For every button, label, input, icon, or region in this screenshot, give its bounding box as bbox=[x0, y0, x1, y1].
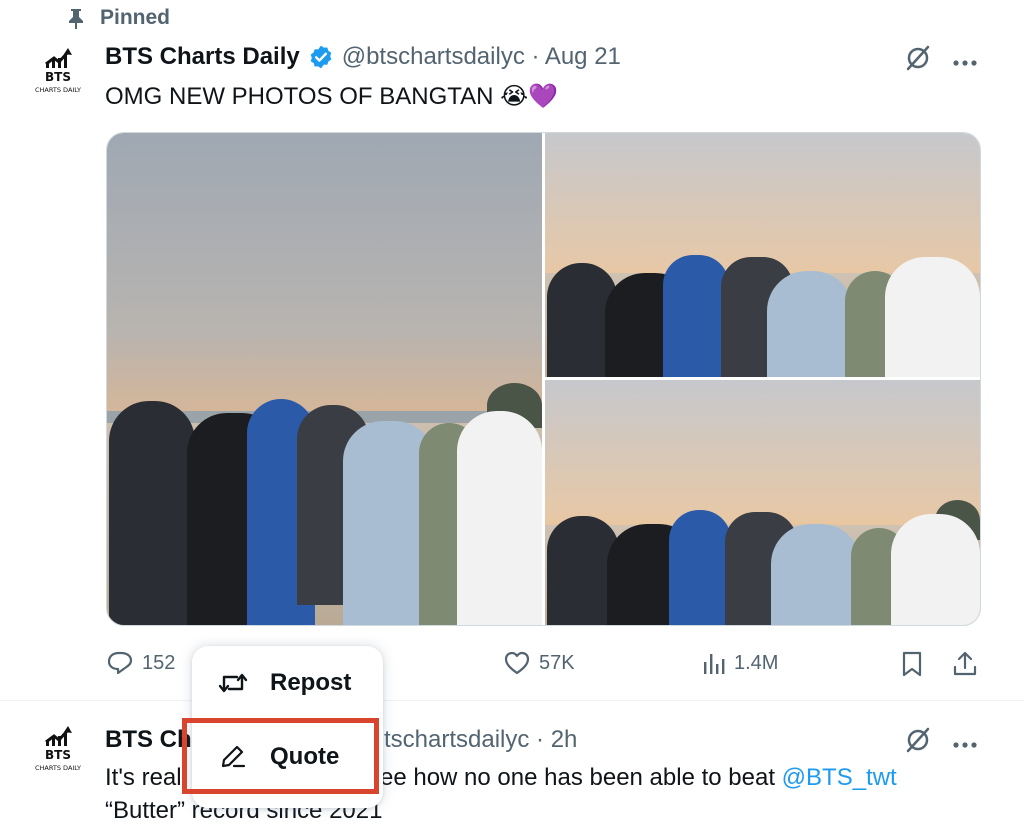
more-icon[interactable] bbox=[952, 736, 978, 754]
tweet-media-grid[interactable] bbox=[106, 132, 981, 626]
tweet-emojis: 😭💜 bbox=[500, 83, 559, 110]
tweet-text-2-part2: ee how no one has been able to beat @BTS… bbox=[380, 764, 897, 792]
tweet-text: OMG NEW PHOTOS OF BANGTAN 😭💜 bbox=[105, 82, 558, 111]
svg-text:BTS: BTS bbox=[45, 70, 71, 84]
pinned-label: Pinned bbox=[100, 6, 171, 29]
views-icon bbox=[704, 654, 725, 674]
verified-badge-icon bbox=[310, 45, 332, 69]
tweet-divider bbox=[0, 700, 1024, 701]
avatar[interactable]: BTS CHARTS DAILY bbox=[26, 722, 90, 786]
like-count: 57K bbox=[539, 651, 575, 674]
reply-icon bbox=[107, 651, 133, 675]
handle-and-date[interactable]: @btschartsdailyc · Aug 21 bbox=[342, 43, 621, 71]
heart-icon bbox=[504, 651, 530, 675]
grok-icon[interactable] bbox=[904, 726, 932, 759]
share-button[interactable] bbox=[952, 650, 978, 683]
handle-and-date-2[interactable]: tschartsdailyc · 2h bbox=[384, 726, 577, 754]
photo-1[interactable] bbox=[107, 133, 542, 625]
svg-text:BTS: BTS bbox=[45, 748, 71, 762]
tweet-text-2-body: ee how no one has been able to beat bbox=[380, 764, 775, 791]
pinned-indicator: Pinned bbox=[66, 6, 170, 30]
pin-icon bbox=[69, 9, 83, 29]
bookmark-button[interactable] bbox=[900, 650, 924, 683]
svg-text:CHARTS DAILY: CHARTS DAILY bbox=[35, 86, 81, 94]
bookmark-icon bbox=[902, 651, 922, 677]
repost-icon bbox=[218, 673, 248, 693]
views-count: 1.4M bbox=[734, 651, 779, 674]
grok-icon[interactable] bbox=[904, 44, 932, 77]
photo-3[interactable] bbox=[545, 380, 980, 625]
reply-count: 152 bbox=[142, 651, 176, 674]
photo-2[interactable] bbox=[545, 133, 980, 377]
tweet-text-2-part1: It's real bbox=[105, 764, 182, 791]
views-button[interactable]: 1.4M bbox=[702, 650, 778, 676]
repost-menu-item[interactable]: Repost bbox=[192, 666, 383, 700]
avatar[interactable]: BTS CHARTS DAILY bbox=[26, 44, 90, 108]
tweet-text-content: OMG NEW PHOTOS OF BANGTAN bbox=[105, 83, 494, 110]
display-name-2[interactable]: BTS Ch bbox=[105, 726, 192, 754]
mention-link[interactable]: @BTS_twt bbox=[782, 764, 897, 791]
svg-text:CHARTS DAILY: CHARTS DAILY bbox=[35, 764, 81, 772]
like-button[interactable]: 57K bbox=[503, 650, 575, 676]
quote-highlight-box bbox=[182, 718, 379, 794]
repost-label: Repost bbox=[270, 669, 352, 696]
display-name[interactable]: BTS Charts Daily bbox=[105, 43, 300, 71]
more-icon[interactable] bbox=[952, 54, 978, 72]
reply-button[interactable]: 152 bbox=[106, 650, 175, 676]
share-icon bbox=[953, 651, 977, 676]
